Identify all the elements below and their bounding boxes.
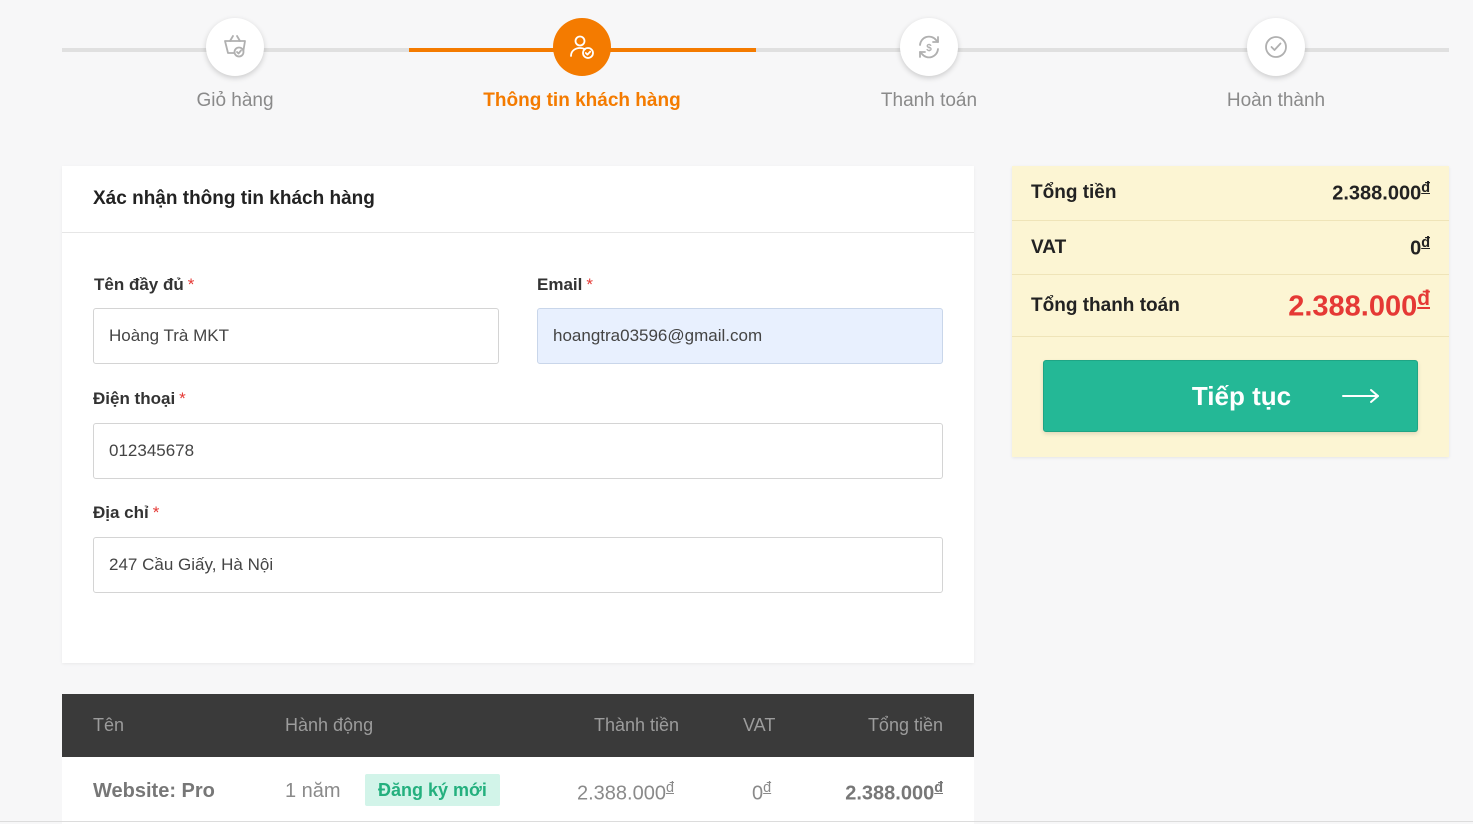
required-mark: * — [586, 275, 593, 294]
summary-grand-row: Tổng thanh toán 2.388.000đ — [1012, 275, 1449, 337]
row-period: 1 năm — [285, 780, 341, 802]
address-field[interactable]: 247 Cầu Giấy, Hà Nội — [93, 537, 943, 593]
row-subtotal-amount: 2.388.000 — [577, 782, 666, 805]
table-header: Tên Hành động Thành tiền VAT Tổng tiền — [62, 694, 974, 757]
arrow-right-icon — [1341, 387, 1381, 410]
phone-label-text: Điện thoại — [93, 389, 176, 408]
step-label: Hoàn thành — [1226, 90, 1326, 111]
email-label: Email * — [537, 275, 593, 295]
required-mark: * — [179, 389, 186, 408]
row-vat-amount: 0 — [752, 782, 764, 805]
order-table: Tên Hành động Thành tiền VAT Tổng tiền W… — [62, 694, 974, 824]
order-summary: Tổng tiền 2.388.000đ VAT 0đ Tổng thanh t… — [1012, 166, 1449, 457]
name-label: Tên đầy đủ * — [94, 275, 194, 295]
cart-check-icon — [206, 18, 264, 76]
total-label: Tổng tiền — [1031, 182, 1117, 203]
step-customer-info[interactable]: Thông tin khách hàng — [409, 18, 755, 112]
row-name: Website: Pro — [93, 780, 215, 802]
email-value: hoangtra03596@gmail.com — [553, 326, 763, 345]
grand-total-label: Tổng thanh toán — [1031, 294, 1180, 316]
currency-symbol: đ — [1421, 180, 1430, 197]
checkout-stepper: Giỏ hàng Thông tin khách hàng $ Thanh to… — [62, 0, 1449, 130]
total-value: 2.388.000đ — [1332, 180, 1430, 206]
col-subtotal-header: Thành tiền — [594, 715, 680, 735]
email-label-text: Email — [537, 275, 583, 294]
phone-value: 012345678 — [109, 441, 195, 460]
currency-symbol: đ — [763, 780, 772, 796]
row-action-badge: Đăng ký mới — [365, 774, 500, 806]
row-total: 2.388.000đ — [845, 780, 943, 806]
step-label: Thanh toán — [880, 90, 978, 111]
user-check-icon — [553, 18, 611, 76]
grand-total-value: 2.388.000đ — [1288, 287, 1430, 324]
currency-symbol: đ — [1417, 287, 1430, 311]
summary-vat-row: VAT 0đ — [1012, 221, 1449, 275]
full-name-field[interactable]: Hoàng Trà MKT — [93, 308, 499, 364]
divider — [0, 821, 1473, 822]
currency-symbol: đ — [665, 780, 674, 796]
address-label-text: Địa chỉ — [93, 503, 149, 522]
step-label: Giỏ hàng — [196, 90, 274, 111]
col-vat-header: VAT — [743, 715, 776, 735]
phone-label: Điện thoại * — [93, 389, 186, 409]
continue-button[interactable]: Tiếp tục — [1043, 360, 1418, 432]
table-row: Website: Pro 1 năm Đăng ký mới 2.388.000… — [62, 757, 974, 824]
total-amount: 2.388.000 — [1332, 182, 1422, 205]
vat-label: VAT — [1031, 236, 1067, 258]
grand-total-amount: 2.388.000 — [1288, 290, 1418, 323]
step-cart[interactable]: Giỏ hàng — [62, 18, 408, 112]
svg-text:$: $ — [926, 43, 932, 54]
email-field[interactable]: hoangtra03596@gmail.com — [537, 308, 943, 364]
row-vat: 0đ — [752, 780, 771, 806]
col-action-header: Hành động — [285, 715, 374, 735]
card-title: Xác nhận thông tin khách hàng — [62, 166, 974, 233]
step-complete[interactable]: Hoàn thành — [1103, 18, 1449, 112]
currency-symbol: đ — [1421, 234, 1430, 251]
step-payment[interactable]: $ Thanh toán — [756, 18, 1102, 112]
row-total-amount: 2.388.000 — [845, 782, 935, 805]
col-name-header: Tên — [93, 715, 125, 735]
vat-amount: 0 — [1410, 237, 1422, 260]
phone-field[interactable]: 012345678 — [93, 423, 943, 479]
full-name-value: Hoàng Trà MKT — [109, 326, 229, 345]
payment-cycle-icon: $ — [900, 18, 958, 76]
required-mark: * — [152, 503, 160, 522]
required-mark: * — [187, 275, 195, 294]
step-label: Thông tin khách hàng — [483, 90, 681, 111]
address-label: Địa chỉ * — [93, 503, 159, 523]
row-subtotal: 2.388.000đ — [577, 780, 674, 806]
name-label-text: Tên đầy đủ — [94, 275, 184, 294]
vat-value: 0đ — [1410, 235, 1430, 261]
check-circle-icon — [1247, 18, 1305, 76]
continue-label: Tiếp tục — [1191, 380, 1292, 411]
currency-symbol: đ — [934, 780, 943, 796]
address-value: 247 Cầu Giấy, Hà Nội — [109, 555, 274, 574]
summary-total-row: Tổng tiền 2.388.000đ — [1012, 166, 1449, 221]
col-total-header: Tổng tiền — [867, 715, 943, 735]
customer-info-card: Xác nhận thông tin khách hàng Tên đầy đủ… — [62, 166, 974, 663]
